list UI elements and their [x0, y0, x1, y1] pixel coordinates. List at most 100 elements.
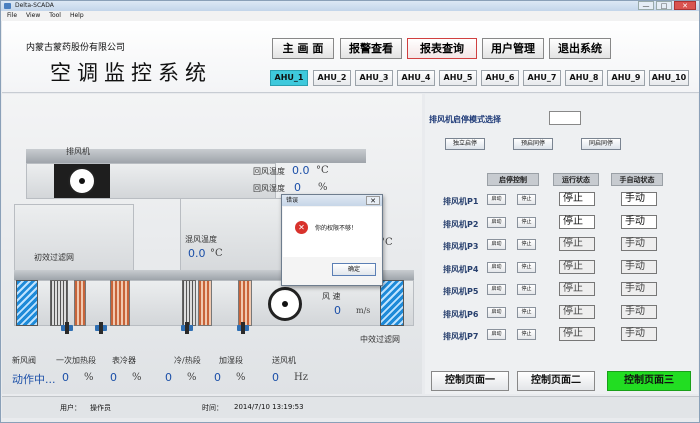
mix-temp-unit: °C — [210, 248, 223, 259]
tab-ahu-2[interactable]: AHU_2 — [313, 70, 351, 86]
fan-p3-start-button[interactable]: 启动 — [487, 239, 506, 250]
fan-p5-mode-state: 手动 — [621, 282, 657, 296]
mode-pre-start-button[interactable]: 预启同停 — [513, 138, 553, 150]
tab-ahu-3[interactable]: AHU_3 — [355, 70, 393, 86]
heating-grid — [50, 280, 68, 326]
return-humidity-unit: % — [318, 182, 328, 193]
fan-p4-start-button[interactable]: 启动 — [487, 261, 506, 273]
menu-help[interactable]: Help — [70, 11, 84, 21]
app-icon — [4, 3, 11, 9]
primary-heating-value: 0 — [62, 371, 69, 384]
dialog-title: 错误 — [286, 197, 299, 204]
close-button[interactable]: ✕ — [674, 1, 696, 10]
minimize-button[interactable]: — — [638, 1, 654, 10]
cooling-coil — [110, 280, 130, 326]
fan-p3-run-state: 停止 — [559, 237, 595, 251]
page-three-button[interactable]: 控制页面三 — [607, 371, 691, 391]
supply-fan-unit: Hz — [294, 372, 308, 383]
tab-ahu-5[interactable]: AHU_5 — [439, 70, 477, 86]
mode-input[interactable] — [549, 111, 581, 125]
dialog-close-icon[interactable]: ✕ — [366, 196, 380, 205]
fan-p7-stop-button[interactable]: 停止 — [517, 329, 536, 340]
nav-alarm-button[interactable]: 报警查看 — [340, 38, 402, 59]
heat-cool-unit: % — [187, 372, 197, 383]
col-start-stop: 启停控制 — [487, 173, 539, 186]
mode-sync-button[interactable]: 同启同停 — [581, 138, 621, 150]
fan-p5-run-state: 停止 — [559, 282, 595, 296]
label-primary-heating: 一次加热段 — [56, 356, 96, 365]
fan-p1-run-state: 停止 — [559, 192, 595, 206]
dialog-ok-button[interactable]: 确定 — [332, 263, 376, 276]
fan-p5-start-button[interactable]: 启动 — [487, 284, 506, 295]
menu-tool[interactable]: Tool — [49, 11, 61, 21]
humidify-unit: % — [236, 372, 246, 383]
return-temp-value: 0.0 — [292, 164, 310, 177]
fan-p3-mode-state: 手动 — [621, 237, 657, 251]
window-title: Delta-SCADA — [15, 2, 54, 9]
tab-ahu-9[interactable]: AHU_9 — [607, 70, 645, 86]
label-heat-cool: 冷/热段 — [174, 356, 201, 365]
primary-filter-label: 初效过滤网 — [34, 253, 74, 262]
time-label: 时间： — [202, 404, 223, 412]
fan-p4-mode-state: 手动 — [621, 259, 657, 274]
tab-ahu-7[interactable]: AHU_7 — [523, 70, 561, 86]
menu-bar: File View Tool Help — [1, 11, 699, 21]
fan-p1-start-button[interactable]: 启动 — [487, 194, 506, 205]
heating-valve-icon — [60, 322, 74, 334]
fan-p7-mode-state: 手动 — [621, 327, 657, 341]
fan-p4-label: 排风机P4 — [443, 264, 479, 274]
fan-p5-stop-button[interactable]: 停止 — [517, 284, 536, 295]
tab-ahu-6[interactable]: AHU_6 — [481, 70, 519, 86]
supply-fan-icon — [268, 287, 302, 321]
col-auto-state: 手自动状态 — [611, 173, 663, 186]
fan-p7-label: 排风机P7 — [443, 332, 479, 341]
nav-main-button[interactable]: 主 画 面 — [272, 38, 334, 59]
menu-view[interactable]: View — [26, 11, 40, 21]
primary-filter — [16, 280, 38, 326]
fan-p1-label: 排风机P1 — [443, 197, 479, 206]
medium-filter — [380, 280, 404, 326]
tab-ahu-4[interactable]: AHU_4 — [397, 70, 435, 86]
humidifier-valve-icon — [236, 322, 250, 334]
tab-ahu-8[interactable]: AHU_8 — [565, 70, 603, 86]
mode-independent-button[interactable]: 独立启停 — [445, 138, 485, 150]
nav-report-button[interactable]: 报表查询 — [407, 38, 477, 59]
fan-p5-label: 排风机P5 — [443, 287, 479, 296]
title-bar: Delta-SCADA — □ ✕ — [1, 1, 699, 11]
damper-status: 动作中... — [12, 373, 56, 386]
return-humidity-label: 回风湿度 — [253, 184, 285, 193]
dialog-message: 你的权限不够！ — [315, 225, 358, 232]
return-humidity-value: 0 — [294, 181, 301, 194]
nav-user-button[interactable]: 用户管理 — [482, 38, 544, 59]
fan-p1-mode-state: 手动 — [621, 192, 657, 206]
fan-p7-start-button[interactable]: 启动 — [487, 329, 506, 340]
page-two-button[interactable]: 控制页面二 — [517, 371, 595, 391]
menu-file[interactable]: File — [7, 11, 17, 21]
fan-p6-run-state: 停止 — [559, 304, 595, 319]
cooler-value: 0 — [110, 371, 117, 384]
fan-p2-start-button[interactable]: 启动 — [487, 216, 506, 228]
fan-p2-stop-button[interactable]: 停止 — [517, 216, 536, 228]
heating-coil — [74, 280, 86, 326]
wind-speed-label: 风 速 — [322, 292, 341, 301]
fan-p1-stop-button[interactable]: 停止 — [517, 194, 536, 205]
fan-p6-start-button[interactable]: 启动 — [487, 306, 506, 318]
heat-cool-grid — [182, 280, 196, 326]
mix-temp-label: 混风温度 — [185, 235, 217, 244]
fan-p2-label: 排风机P2 — [443, 219, 479, 229]
time-value: 2014/7/10 13:19:53 — [234, 403, 304, 411]
humidify-value: 0 — [214, 371, 221, 384]
company-name: 内蒙古蒙药股份有限公司 — [26, 43, 126, 53]
heat-cool-coil — [198, 280, 212, 326]
fan-p3-stop-button[interactable]: 停止 — [517, 239, 536, 250]
tab-ahu-1[interactable]: AHU_1 — [270, 70, 308, 86]
status-bar: 用户： 操作员 时间： 2014/7/10 13:19:53 — [2, 396, 699, 418]
fan-p4-stop-button[interactable]: 停止 — [517, 261, 536, 273]
nav-exit-button[interactable]: 退出系统 — [549, 38, 611, 59]
page-one-button[interactable]: 控制页面一 — [431, 371, 509, 391]
fan-p6-stop-button[interactable]: 停止 — [517, 306, 536, 318]
tab-ahu-10[interactable]: AHU_10 — [649, 70, 689, 86]
fan-p6-mode-state: 手动 — [621, 304, 657, 319]
maximize-button[interactable]: □ — [656, 1, 672, 10]
label-humidify: 加湿段 — [219, 356, 243, 365]
